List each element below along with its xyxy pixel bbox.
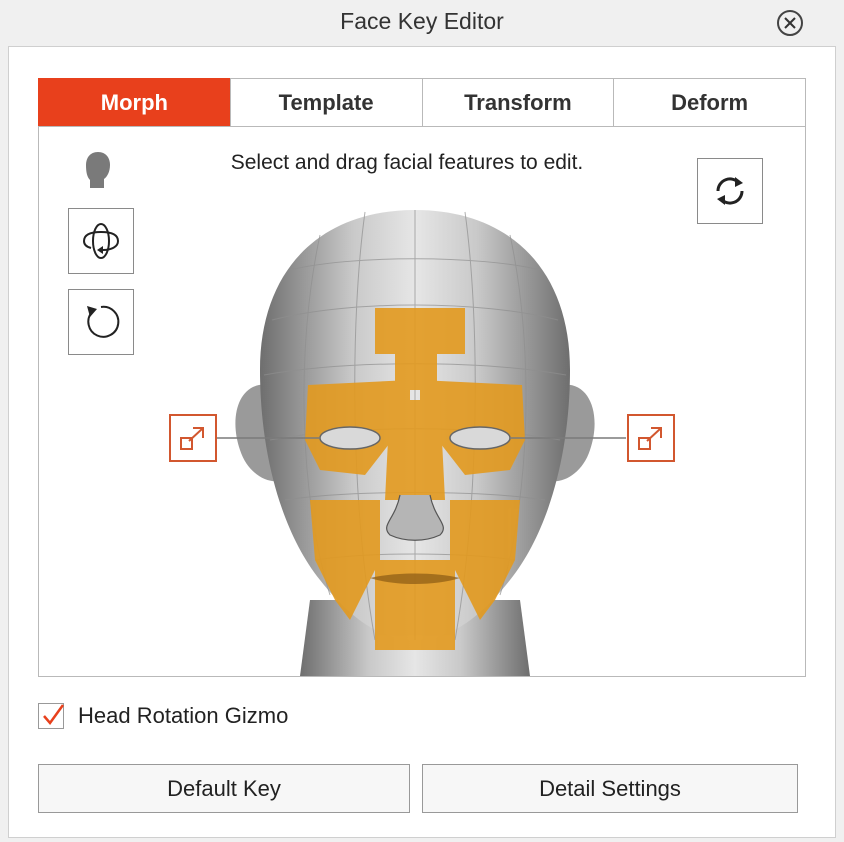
reset-rotation-button[interactable] — [68, 289, 134, 355]
reset-rotation-icon — [87, 305, 120, 338]
sync-icon — [716, 177, 744, 205]
head-rotation-gizmo-option[interactable]: Head Rotation Gizmo — [38, 703, 288, 729]
close-button[interactable] — [777, 10, 803, 36]
window-title: Face Key Editor — [340, 8, 504, 34]
instruction-text: Select and drag facial features to edit. — [230, 151, 584, 174]
face-key-editor-window: Face Key Editor Morph Template Transform… — [0, 0, 844, 842]
rotate-view-button[interactable] — [68, 208, 134, 274]
head-silhouette-icon — [86, 152, 110, 188]
close-icon — [784, 17, 796, 29]
expand-icon — [180, 427, 204, 450]
head-rotation-gizmo-checkbox[interactable] — [38, 703, 65, 729]
tab-template[interactable]: Template — [229, 78, 423, 127]
mirror-sync-button[interactable] — [697, 158, 763, 224]
tab-bar: Morph Template Transform Deform — [38, 78, 806, 127]
face-model[interactable] — [200, 200, 630, 676]
tab-morph[interactable]: Morph — [38, 78, 231, 127]
left-eye-handle[interactable] — [169, 414, 217, 462]
expand-icon — [638, 427, 662, 450]
rotate-view-icon — [83, 223, 119, 259]
default-key-button[interactable]: Default Key — [38, 764, 410, 813]
right-eye-handle[interactable] — [627, 414, 675, 462]
detail-settings-button[interactable]: Detail Settings — [422, 764, 798, 813]
head-rotation-gizmo-label: Head Rotation Gizmo — [78, 703, 289, 728]
tab-transform[interactable]: Transform — [421, 78, 615, 127]
checkmark-icon — [43, 704, 65, 726]
tab-deform[interactable]: Deform — [613, 78, 806, 127]
